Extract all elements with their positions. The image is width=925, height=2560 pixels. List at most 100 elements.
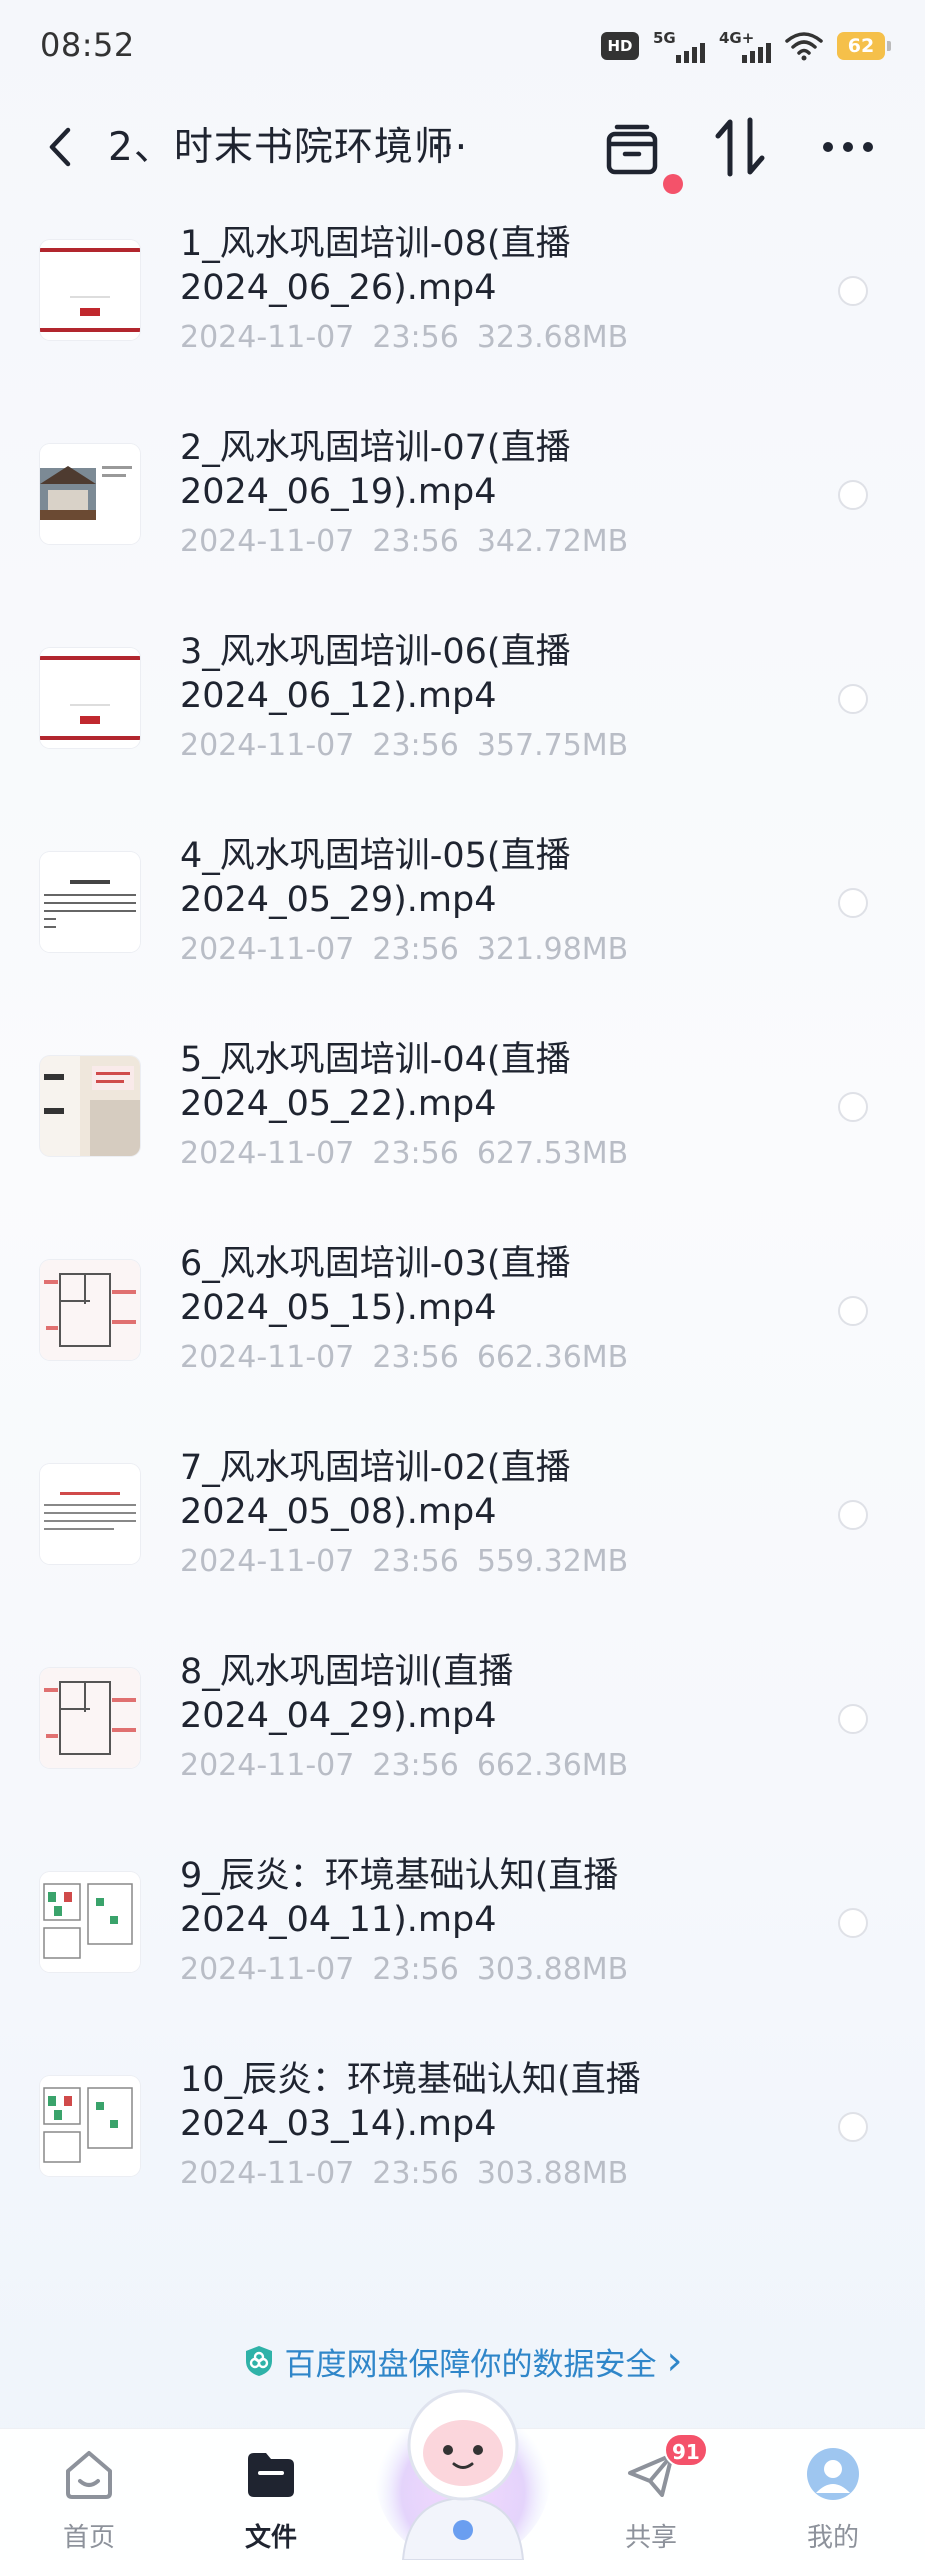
file-date: 2024-11-07 [180, 524, 355, 559]
file-name-line2: 2024_05_08).mp4 [180, 1492, 497, 1532]
file-size: 342.72MB [476, 524, 629, 559]
file-row[interactable]: 4_风水巩固培训-05(直播 2024_05_29).mp4 2024-11-07 2… [0, 824, 925, 1028]
home-icon [66, 2451, 112, 2499]
select-radio[interactable] [838, 684, 868, 714]
share-badge: 91 [664, 2433, 708, 2467]
select-radio[interactable] [838, 1296, 868, 1326]
wifi-icon [785, 32, 823, 61]
file-thumbnail [40, 1872, 140, 1972]
select-radio[interactable] [838, 888, 868, 918]
file-name-line2: 2024_06_19).mp4 [180, 472, 497, 512]
file-time: 23:56 [372, 1952, 459, 1987]
file-meta: 2024-11-07 23:56 321.98MB [180, 932, 646, 967]
nav-item-share[interactable]: 91 共享 [586, 2429, 716, 2560]
file-row[interactable]: 10_辰炎：环境基础认知(直播 2024_03_14).mp4 2024-11-07… [0, 2048, 925, 2252]
file-thumbnail [40, 852, 140, 952]
file-date: 2024-11-07 [180, 1340, 355, 1375]
file-name-line1: 2_风水巩固培训-07(直播 [180, 428, 571, 468]
file-name: 9_辰炎：环境基础认知(直播 2024_04_11).mp4 [180, 1854, 780, 1942]
nav-item-files[interactable]: 文件 [206, 2429, 336, 2560]
select-radio[interactable] [838, 1092, 868, 1122]
file-name-line1: 7_风水巩固培训-02(直播 [180, 1448, 571, 1488]
file-date: 2024-11-07 [180, 728, 355, 763]
file-time: 23:56 [372, 1136, 459, 1171]
signal-5g-label: 5G [653, 29, 676, 47]
file-meta: 2024-11-07 23:56 303.88MB [180, 1952, 646, 1987]
file-size: 323.68MB [476, 320, 629, 355]
chevron-left-icon[interactable] [40, 122, 84, 172]
file-row[interactable]: 7_风水巩固培训-02(直播 2024_05_08).mp4 2024-11-07 2… [0, 1436, 925, 1640]
file-size: 559.32MB [476, 1544, 629, 1579]
file-name-line1: 3_风水巩固培训-06(直播 [180, 632, 571, 672]
status-time: 08:52 [40, 26, 135, 64]
file-date: 2024-11-07 [180, 2156, 355, 2191]
file-size: 662.36MB [476, 1340, 629, 1375]
sort-icon[interactable] [714, 112, 766, 182]
file-name: 5_风水巩固培训-04(直播 2024_05_22).mp4 [180, 1038, 780, 1126]
file-time: 23:56 [372, 524, 459, 559]
file-row[interactable]: 3_风水巩固培训-06(直播 2024_06_12).mp4 2024-11-07 2… [0, 620, 925, 824]
file-name: 4_风水巩固培训-05(直播 2024_05_29).mp4 [180, 834, 780, 922]
file-time: 23:56 [372, 2156, 459, 2191]
file-name-line1: 5_风水巩固培训-04(直播 [180, 1040, 571, 1080]
file-row[interactable]: 1_风水巩固培训-08(直播 2024_06_26).mp4 2024-11-07 2… [0, 212, 925, 416]
chevron-right-icon: › [666, 2338, 683, 2384]
select-radio[interactable] [838, 1500, 868, 1530]
file-time: 23:56 [372, 1544, 459, 1579]
file-size: 627.53MB [476, 1136, 629, 1171]
file-date: 2024-11-07 [180, 320, 355, 355]
file-size: 357.75MB [476, 728, 629, 763]
file-name-line2: 2024_05_15).mp4 [180, 1288, 497, 1328]
file-thumbnail [40, 2076, 140, 2176]
select-radio[interactable] [838, 1908, 868, 1938]
archive-icon[interactable] [603, 110, 661, 184]
file-size: 303.88MB [476, 1952, 629, 1987]
file-date: 2024-11-07 [180, 932, 355, 967]
notice-dot [663, 174, 683, 194]
file-name-line1: 9_辰炎：环境基础认知(直播 [180, 1856, 619, 1896]
file-name-line2: 2024_04_29).mp4 [180, 1696, 497, 1736]
file-row[interactable]: 9_辰炎：环境基础认知(直播 2024_04_11).mp4 2024-11-07 2… [0, 1844, 925, 2048]
file-name: 2_风水巩固培训-07(直播 2024_06_19).mp4 [180, 426, 780, 514]
nav-item-home[interactable]: 首页 [24, 2429, 154, 2560]
file-name: 10_辰炎：环境基础认知(直播 2024_03_14).mp4 [180, 2058, 780, 2146]
file-time: 23:56 [372, 1340, 459, 1375]
select-radio[interactable] [838, 1704, 868, 1734]
file-name: 3_风水巩固培训-06(直播 2024_06_12).mp4 [180, 630, 780, 718]
file-meta: 2024-11-07 23:56 662.36MB [180, 1748, 646, 1783]
file-time: 23:56 [372, 320, 459, 355]
file-name-line1: 1_风水巩固培训-08(直播 [180, 224, 571, 264]
file-meta: 2024-11-07 23:56 559.32MB [180, 1544, 646, 1579]
file-name: 7_风水巩固培训-02(直播 2024_05_08).mp4 [180, 1446, 780, 1534]
file-thumbnail [40, 1668, 140, 1768]
file-row[interactable]: 2_风水巩固培训-07(直播 2024_06_19).mp4 2024-11-07 2… [0, 416, 925, 620]
select-radio[interactable] [838, 2112, 868, 2142]
file-thumbnail [40, 1464, 140, 1564]
signal-5g-icon: 5G [653, 29, 705, 63]
select-radio[interactable] [838, 480, 868, 510]
nav-item-me[interactable]: 我的 [768, 2429, 898, 2560]
title-ellipsis: ··· [430, 125, 468, 170]
file-name-line2: 2024_05_22).mp4 [180, 1084, 497, 1124]
file-name-line2: 2024_04_11).mp4 [180, 1900, 497, 1940]
mascot-icon[interactable] [368, 2370, 558, 2560]
hd-icon: HD [601, 32, 639, 60]
nav-label-share: 共享 [624, 2523, 677, 2553]
file-thumbnail [40, 444, 140, 544]
file-size: 303.88MB [476, 2156, 629, 2191]
more-icon[interactable] [820, 122, 876, 172]
file-row[interactable]: 8_风水巩固培训(直播 2024_04_29).mp4 2024-11-07 23:5… [0, 1640, 925, 1844]
status-bar: 08:52 HD 5G 4G+ 62 [0, 0, 925, 92]
file-name-line2: 2024_05_29).mp4 [180, 880, 497, 920]
header: 2、时末书院环境师 ··· [0, 92, 925, 202]
file-thumbnail [40, 1260, 140, 1360]
file-name-line2: 2024_06_12).mp4 [180, 676, 497, 716]
file-meta: 2024-11-07 23:56 323.68MB [180, 320, 646, 355]
nav-label-home: 首页 [62, 2523, 115, 2553]
file-row[interactable]: 5_风水巩固培训-04(直播 2024_05_22).mp4 2024-11-07 2… [0, 1028, 925, 1232]
select-radio[interactable] [838, 276, 868, 306]
avatar-icon [807, 2448, 859, 2500]
file-name-line1: 4_风水巩固培训-05(直播 [180, 836, 571, 876]
file-row[interactable]: 6_风水巩固培训-03(直播 2024_05_15).mp4 2024-11-07 2… [0, 1232, 925, 1436]
file-name: 1_风水巩固培训-08(直播 2024_06_26).mp4 [180, 222, 780, 310]
